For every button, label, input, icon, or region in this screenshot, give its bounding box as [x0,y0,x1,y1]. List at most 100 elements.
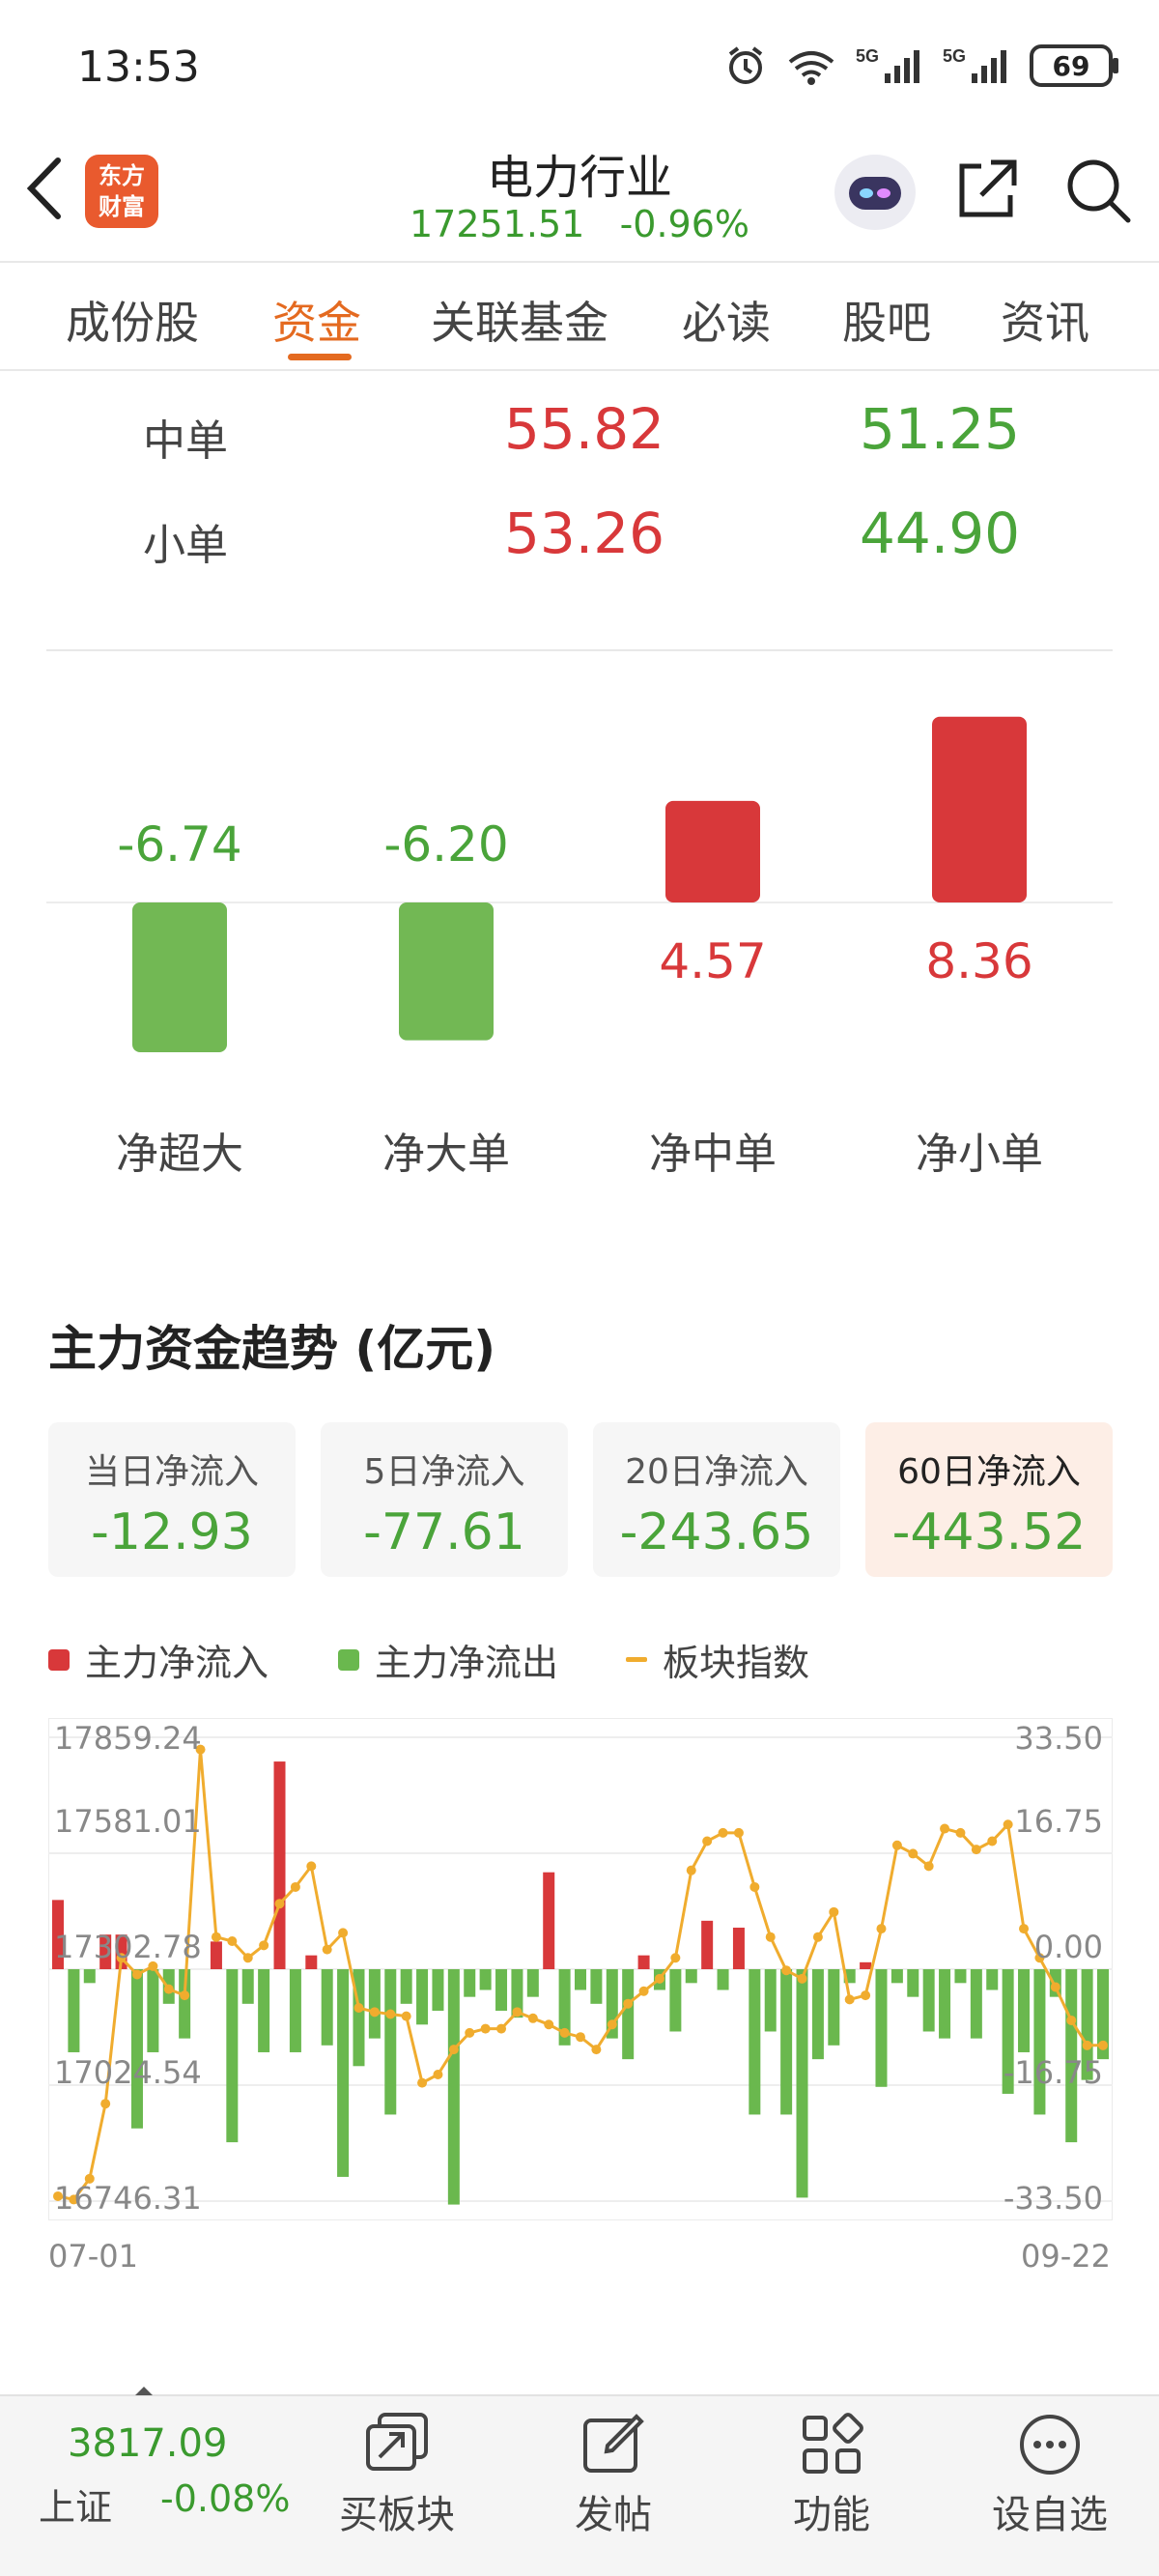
trend-flow-bar [732,1928,745,1969]
legend-index[interactable]: 板块指数 [626,1633,809,1686]
right-axis-tick: -33.50 [1003,2180,1103,2217]
trend-index-point [1066,2015,1077,2025]
trend-index-point [638,1986,649,1996]
trend-index-point [338,1928,349,1938]
trend-flow-bar [400,1969,412,2004]
trend-index-point [749,1881,760,1892]
trend-flow-bar [922,1969,935,2032]
trend-index-point [797,1973,807,1984]
period-card[interactable]: 20日净流入 -243.65 [593,1422,840,1577]
trend-index-point [401,2011,411,2021]
trend-flow-bar [68,1969,80,2052]
trend-flow-bar [384,1969,397,2115]
trend-index-point [940,1823,950,1834]
tab-forum[interactable]: 股吧 [842,288,931,352]
tab-must-read[interactable]: 必读 [682,288,771,352]
trend-flow-bar [1033,1969,1046,2115]
legend-inflow[interactable]: 主力净流入 [48,1633,269,1686]
trend-index-point [417,2077,428,2088]
trend-flow-bar [337,1969,350,2177]
trend-index-point [559,2027,570,2038]
trend-flow-bar [669,1969,682,2032]
trend-index-point [844,1994,855,2005]
legend-red-swatch [48,1648,70,1671]
trend-flow-bar [258,1969,270,2052]
period-card-value: -77.61 [363,1503,525,1561]
x-axis-end: 09-22 [1021,2238,1111,2275]
trend-flow-bar [575,1969,586,1990]
add-watchlist-button[interactable]: 设自选 [968,2406,1132,2539]
trend-index-point [670,1953,681,1963]
trend-index-point [861,1990,871,2001]
trend-index-point [623,1998,634,2009]
signal-5g-icon-2: 5G [943,46,1006,83]
search-button[interactable] [1062,155,1134,230]
period-card-active[interactable]: 60日净流入 -443.52 [865,1422,1113,1577]
trend-index-point [353,2003,364,2014]
trend-flow-bar [464,1969,476,1997]
trend-flow-bar [83,1969,96,1984]
legend-green-swatch [338,1648,359,1671]
trend-chart [48,1718,1113,2220]
trend-index-point [923,1861,934,1872]
orders-divider [46,649,1113,651]
trend-flow-bar [717,1969,729,1990]
trend-index-point [591,2045,602,2055]
period-card-title: 当日净流入 [84,1452,259,1492]
functions-button[interactable]: 功能 [749,2406,914,2539]
order-row-outflow: 51.25 [860,396,1021,462]
trend-index-point [1082,2040,1092,2050]
net-flow-category: 净中单 [649,1130,777,1179]
order-row-label: 小单 [143,521,228,570]
right-axis-tick: -16.75 [1003,2054,1103,2091]
left-axis-tick: 17859.24 [54,1720,202,1757]
section-title: 主力资金趋势 (亿元) [48,1321,496,1377]
trend-flow-bar [590,1969,603,2004]
net-flow-bar [665,800,760,902]
tab-constituents[interactable]: 成份股 [66,288,199,352]
assistant-avatar[interactable] [834,155,916,230]
trend-flow-bar [368,1969,381,2039]
net-flow-bar [932,716,1027,902]
legend-outflow[interactable]: 主力净流出 [338,1633,558,1686]
trend-flow-bar [432,1969,444,2011]
trend-index-point [227,1936,238,1947]
trend-index-point [290,1881,300,1892]
trend-index-point [369,2007,380,2018]
trend-flow-bar [749,1969,761,2115]
bottom-index-change[interactable]: -0.08% [160,2477,290,2520]
trend-flow-bar [210,1941,222,1969]
trend-index-point [180,1990,190,2001]
trend-index-point [576,2032,585,2043]
tab-related-funds[interactable]: 关联基金 [431,288,608,352]
trend-index-point [702,1836,713,1846]
period-card[interactable]: 当日净流入 -12.93 [48,1422,296,1577]
buy-sector-button[interactable]: 买板块 [315,2406,479,2539]
period-card[interactable]: 5日净流入 -77.61 [321,1422,568,1577]
trend-index-point [163,1984,174,1994]
net-flow-value: -6.74 [117,816,242,873]
net-flow-category: 净小单 [916,1130,1043,1179]
tabs-divider [0,369,1159,371]
trend-flow-bar [637,1955,650,1969]
net-flow-bar [399,902,494,1041]
trend-index-point [908,1848,919,1859]
period-card-value: -443.52 [891,1503,1087,1561]
share-button[interactable] [952,155,1022,228]
trend-flow-bar [890,1969,903,1984]
order-row-label: 中单 [143,416,228,466]
post-button[interactable]: 发帖 [531,2406,695,2539]
trend-index-point [686,1865,696,1875]
net-flow-category: 净超大 [116,1130,243,1179]
tab-funds[interactable]: 资金 [272,288,361,352]
expand-caret-icon[interactable] [135,2387,153,2395]
trend-flow-bar [495,1969,508,2011]
trend-index-point [242,1953,253,1963]
signal-5g-icon: 5G [856,46,919,83]
right-axis-tick: 33.50 [1014,1720,1103,1757]
x-axis-start: 07-01 [48,2238,138,2275]
bottom-index-name[interactable]: 上证 [39,2477,112,2531]
trend-flow-bar [416,1969,429,2025]
tab-news[interactable]: 资讯 [1001,288,1089,352]
bottom-index-value[interactable]: 3817.09 [68,2421,227,2466]
